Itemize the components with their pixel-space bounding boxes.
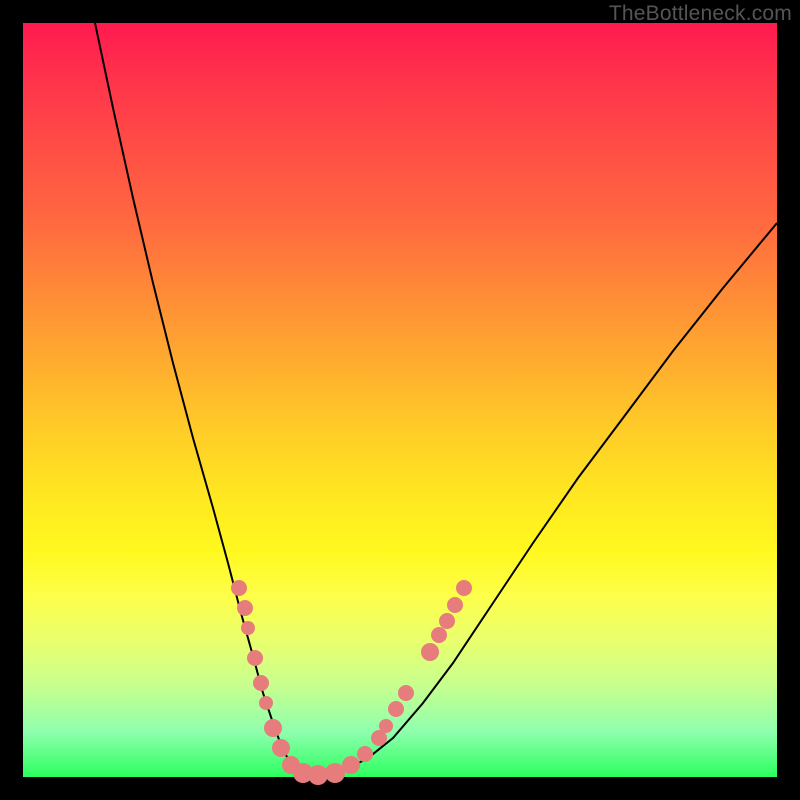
curve-marker	[259, 696, 273, 710]
curve-marker	[342, 756, 360, 774]
curve-marker	[379, 719, 393, 733]
curve-marker	[237, 600, 253, 616]
curve-marker	[447, 597, 463, 613]
curve-marker	[247, 650, 263, 666]
curve-marker	[431, 627, 447, 643]
curve-marker	[325, 763, 345, 783]
curve-marker	[264, 719, 282, 737]
curve-markers	[231, 580, 472, 785]
bottleneck-curve	[95, 23, 777, 775]
curve-marker	[439, 613, 455, 629]
curve-marker	[357, 746, 373, 762]
curve-marker	[231, 580, 247, 596]
chart-svg	[23, 23, 777, 777]
curve-marker	[456, 580, 472, 596]
outer-frame: TheBottleneck.com	[0, 0, 800, 800]
curve-marker	[241, 621, 255, 635]
plot-area	[23, 23, 777, 777]
curve-marker	[308, 765, 328, 785]
curve-marker	[253, 675, 269, 691]
curve-marker	[388, 701, 404, 717]
curve-marker	[398, 685, 414, 701]
curve-marker	[272, 739, 290, 757]
watermark-text: TheBottleneck.com	[609, 2, 792, 26]
curve-marker	[421, 643, 439, 661]
